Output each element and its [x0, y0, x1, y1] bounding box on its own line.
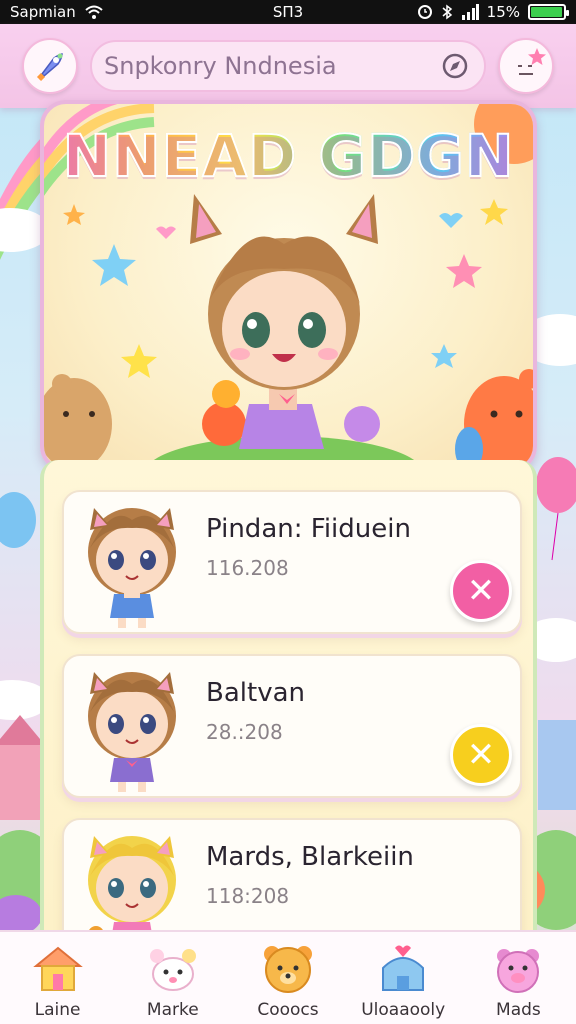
item-name: Pindan: Fiiduein — [206, 514, 411, 544]
item-name: Baltvan — [206, 678, 305, 708]
search-input[interactable]: Snpkonry Nndnesia — [104, 52, 440, 80]
item-meta: 28.:208 — [206, 720, 283, 744]
item-meta: 116.208 — [206, 556, 289, 580]
clock: SΠ3 — [272, 3, 304, 21]
nav-item-marke[interactable]: Marke — [115, 932, 230, 1024]
home-heart-icon — [382, 945, 425, 991]
bunny-icon — [149, 949, 196, 991]
remove-button[interactable]: ✕ — [450, 724, 512, 786]
rocket-icon — [36, 53, 63, 82]
wifi-icon — [85, 5, 103, 19]
nav-label: Mads — [496, 1000, 541, 1020]
nav-label: Marke — [146, 1000, 199, 1020]
nav-item-cooocs[interactable]: Cooocs — [230, 932, 345, 1024]
nav-item-mads[interactable]: Mads — [461, 932, 576, 1024]
nav-item-laine[interactable]: Laine — [0, 932, 115, 1024]
close-icon: ✕ — [466, 735, 496, 775]
avatar — [88, 672, 176, 792]
avatar — [88, 508, 176, 628]
alarm-icon — [417, 5, 432, 19]
close-icon: ✕ — [466, 571, 496, 611]
remove-button[interactable]: ✕ — [450, 560, 512, 622]
app-header: Snpkonry Nndnesia — [0, 24, 576, 108]
character-list: Pindan: Fiiduein 116.208 ✕ Baltvan 28.:2 — [40, 460, 537, 962]
bottom-nav: Laine Marke Cooocs Uloaaooly Mads — [0, 930, 576, 1024]
item-meta: 118:208 — [206, 884, 290, 908]
compass-icon[interactable] — [440, 51, 470, 81]
house-icon — [32, 946, 83, 991]
battery-icon — [528, 4, 569, 20]
rocket-button[interactable] — [22, 38, 78, 94]
list-item[interactable]: Baltvan 28.:208 ✕ — [62, 654, 522, 798]
item-name: Mards, Blarkeiin — [206, 842, 414, 872]
hero-banner[interactable]: NNEAD GDGN — [40, 100, 537, 472]
nav-label: Cooocs — [257, 1000, 319, 1020]
nav-label: Uloaaooly — [361, 1000, 446, 1020]
carrier-label: Sapmian — [10, 3, 76, 21]
signal-icon — [461, 4, 479, 20]
search-bar[interactable]: Snpkonry Nndnesia — [90, 40, 486, 92]
bear-icon — [264, 946, 312, 993]
hero-title: NNEAD GDGN — [44, 121, 533, 191]
list-item[interactable]: Pindan: Fiiduein 116.208 ✕ — [62, 490, 522, 634]
battery-percent: 15% — [486, 3, 520, 21]
status-bar: Sapmian SΠ3 15% — [0, 0, 576, 24]
bluetooth-icon — [442, 4, 452, 20]
nav-item-uloaaooly[interactable]: Uloaaooly — [346, 932, 461, 1024]
nav-label: Laine — [34, 1000, 81, 1020]
pig-icon — [497, 949, 540, 993]
profile-button[interactable] — [498, 38, 554, 94]
face-star-icon — [518, 48, 546, 75]
